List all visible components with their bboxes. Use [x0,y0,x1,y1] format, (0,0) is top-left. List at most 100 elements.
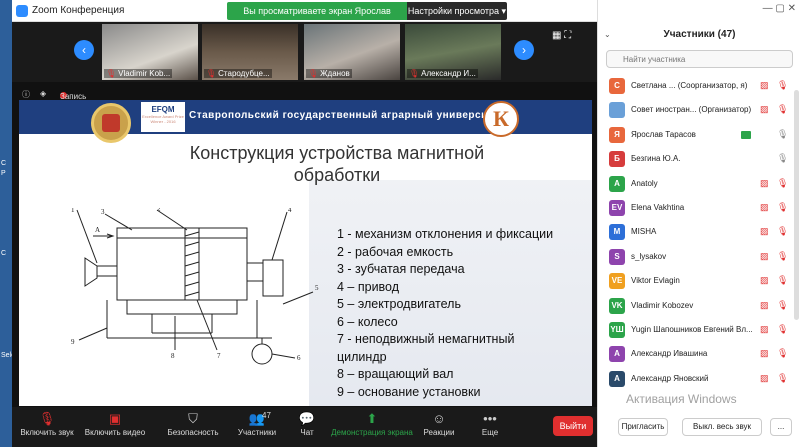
muted-mic-icon: 🎙 [206,69,217,78]
search-input[interactable] [606,50,793,68]
participant-name: Anatoly [631,178,658,188]
participant-row[interactable]: A Anatoly ▨ 🎙 [598,172,800,196]
screen-share-icon [741,130,751,139]
legend-item: 7 - неподвижный немагнитный [337,332,515,346]
participant-row[interactable]: С Светлана ... (Соорганизатор, я) ▨ 🎙 [598,74,800,98]
legend-item: 1 - механизм отклонения и фиксации [337,227,554,241]
drawing-label: 4 [288,208,292,214]
efqm-logo: EFQM Excellence Award Prize Winner - 2016 [141,102,185,132]
legend-item: 8 – вращающий вал [337,367,454,381]
muted-mic-icon: 🎙 [777,323,789,334]
video-tile[interactable]: 🎙 Vladimir Kob... [102,24,198,80]
leave-button[interactable]: Выйти [553,416,593,436]
avatar: А [609,346,625,363]
participant-row[interactable]: А Александр Яновский ▨ 🎙 [598,367,800,391]
university-emblem-icon [91,103,131,143]
video-off-icon: ▨ [760,177,769,188]
video-off-icon: ▨ [760,275,769,286]
windows-watermark: Активация Windows [626,392,737,406]
invite-button[interactable]: Пригласить [618,418,668,436]
view-settings-button[interactable]: Настройки просмотра ▾ [407,2,507,20]
video-name: 🎙 Vladimir Kob... [104,69,173,78]
legend-item: 3 - зубчатая передача [337,262,465,276]
unmute-button[interactable]: 🎙 Включить звук [18,410,76,437]
share-screen-button[interactable]: ⬆ Демонстрация экрана [330,410,414,437]
presentation-slide: EFQM Excellence Award Prize Winner - 2016… [19,100,592,406]
muted-mic-icon: 🎙 [38,411,56,426]
video-off-icon: ▣ [108,411,122,426]
grid-view-icon: ▦ [552,30,562,41]
muted-mic-icon: 🎙 [777,104,789,115]
title-bar: Zoom Конференция Вы просматриваете экран… [12,0,597,34]
mic-icon: 🎙 [777,153,789,164]
slide-header: EFQM Excellence Award Prize Winner - 2016… [19,100,592,143]
participant-row[interactable]: Я Ярослав Тарасов 🎙 [598,123,800,147]
avatar: VE [609,273,625,290]
legend-item: цилиндр [337,349,387,364]
participant-row[interactable]: VE Viktor Evlagin ▨ 🎙 [598,269,800,293]
desktop-label: Р [1,170,6,177]
drawing-label: 6 [297,354,301,362]
device-drawing: 1 3 2 4 А 5 9 8 7 6 [71,208,319,365]
participants-button[interactable]: 👥 47 Участники [232,410,282,437]
video-off-icon: ▨ [760,201,769,212]
next-videos-button[interactable]: › [514,40,534,60]
reactions-button[interactable]: ☺ Реакции [422,410,456,437]
participant-row[interactable]: А Александр Ивашина ▨ 🎙 [598,342,800,366]
fullscreen-icon: ⛶ [564,30,572,41]
participant-row[interactable]: Б Безгина Ю.А. 🎙 [598,147,800,171]
avatar: S [609,248,625,265]
view-options[interactable]: ▦ ⛶ [552,30,571,41]
video-tile[interactable]: 🎙 Жданов [304,24,400,80]
muted-mic-icon: 🎙 [777,348,789,359]
badge-count: 8 [38,395,45,407]
info-icon[interactable]: ⓘ [22,89,30,100]
video-tile[interactable]: 🎙 Стародубце... [202,24,298,80]
participant-row[interactable]: EV Elena Vakhtina ▨ 🎙 [598,196,800,220]
participant-row[interactable]: Ss_lysakov ▨ 🎙 [598,245,800,269]
avatar: Я [609,126,625,143]
legend-item: 2 - рабочая емкость [337,244,454,259]
panel-actions: Пригласить Выкл. весь звук ... [598,410,800,447]
mute-all-button[interactable]: Выкл. весь звук [682,418,762,436]
participant-name: Ярослав Тарасов [631,129,696,139]
sharing-banner: Вы просматриваете экран Ярослав Тарасов [227,2,407,34]
participant-row[interactable]: YШ Yugin Шапошников Евгений Вл... ▨ 🎙 [598,318,800,342]
muted-mic-icon: 🎙 [777,275,789,286]
participant-list: С Светлана ... (Соорганизатор, я) ▨ 🎙 Совет … [598,74,800,391]
desktop-strip: С Р С Sele [0,0,15,447]
video-tile[interactable]: 🎙 Александр И... [405,24,501,80]
start-video-button[interactable]: ▣ Включить видео [82,410,148,437]
avatar: А [609,370,625,387]
muted-mic-icon: 🎙 [777,226,789,237]
security-button[interactable]: ⛉ Безопасность [166,410,220,437]
scrollbar[interactable] [794,90,799,320]
video-off-icon: ▨ [760,323,769,334]
drawing-label: 8 [171,352,175,360]
avatar: A [609,175,625,192]
prev-videos-button[interactable]: ‹ [74,40,94,60]
shield-icon[interactable]: ◈ [40,89,46,98]
panel-title: Участники (47) [663,29,736,40]
window-controls[interactable]: — ▢ ✕ [763,3,796,14]
meeting-toolbar: 8 🎙 Включить звук ▣ Включить видео ⛉ Безопа… [12,395,597,447]
drawing-label: 7 [217,352,221,360]
drawing-label: 5 [315,284,319,292]
avatar [609,102,625,119]
participants-panel: — ▢ ✕ ⌄ Участники (47) ⌕ ССветлана ... (… [597,0,800,447]
avatar: M [609,224,625,241]
screen-share-area: ⓘ ◈ Запись EFQM Excellence Award Prize Wi… [12,82,597,407]
participants-icon: 👥 47 [248,411,271,426]
slide-legend: 1 - механизм отклонения и фиксации 2 - р… [337,226,592,401]
k-logo-icon: К [483,101,519,137]
chat-button[interactable]: 💬 Чат [292,410,322,437]
participant-row[interactable]: M MISHA ▨ 🎙 [598,220,800,244]
more-button[interactable]: ••• Еще [478,410,502,437]
muted-mic-icon: 🎙 [308,69,319,78]
participant-row[interactable]: VK Vladimir Kobozev ▨ 🎙 [598,294,800,318]
shield-icon: ⛉ [188,411,198,426]
avatar: YШ [609,321,625,338]
participant-row[interactable]: Совет иностран... (Организатор) ▨ 🎙 [598,98,800,122]
panel-more-button[interactable]: ... [770,418,792,436]
video-off-icon: ▨ [760,372,769,383]
